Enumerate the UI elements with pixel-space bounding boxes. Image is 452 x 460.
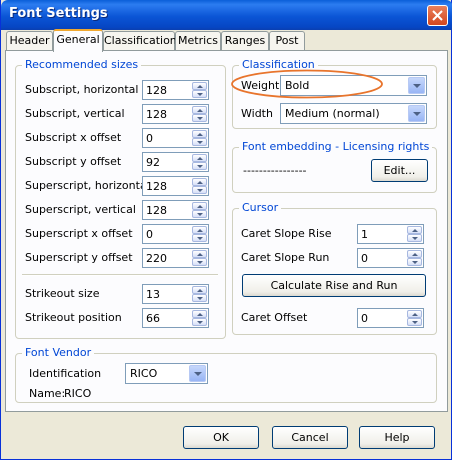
width-select[interactable]: Medium (normal) — [280, 103, 427, 124]
superscript-vertical-spinner[interactable]: 128 — [142, 200, 209, 220]
spin-up-button[interactable] — [407, 250, 422, 258]
cursor-group: Cursor Caret Slope Rise 1 Caret Slope Ru… — [232, 201, 437, 335]
caret-slope-run-spinner[interactable]: 0 — [357, 248, 424, 268]
tab-ranges[interactable]: Ranges — [221, 31, 269, 50]
recommended-sizes-group: Recommended sizes Subscript, horizontal … — [15, 58, 226, 339]
cancel-button[interactable]: Cancel — [272, 426, 348, 449]
field-label: Strikeout size — [25, 287, 100, 300]
spin-down-button[interactable] — [192, 210, 207, 218]
vendor-name-value: RICO — [64, 387, 92, 400]
identification-label: Identification — [29, 367, 102, 380]
licensing-rights-value: ---------------- — [243, 164, 307, 177]
title-bar[interactable]: Font Settings — [1, 0, 452, 30]
calculate-rise-run-button[interactable]: Calculate Rise and Run — [242, 274, 426, 297]
spin-up-button[interactable] — [192, 154, 207, 162]
spin-up-button[interactable] — [192, 106, 207, 114]
tab-header[interactable]: Header — [6, 31, 53, 50]
strikeout-size-spinner[interactable]: 13 — [142, 284, 209, 304]
tab-metrics[interactable]: Metrics — [175, 31, 221, 50]
font-embedding-group: Font embedding - Licensing rights ------… — [232, 140, 437, 193]
caret-slope-rise-label: Caret Slope Rise — [241, 227, 332, 240]
close-icon — [432, 10, 443, 21]
spin-down-button[interactable] — [407, 234, 422, 242]
field-label: Subscript x offset — [25, 131, 122, 144]
subscript-vertical-spinner[interactable]: 128 — [142, 104, 209, 124]
group-title: Recommended sizes — [22, 58, 142, 71]
spin-down-button[interactable] — [192, 186, 207, 194]
tab-post[interactable]: Post — [269, 31, 305, 50]
subscript-y-offset-spinner[interactable]: 92 — [142, 152, 209, 172]
width-label: Width — [241, 107, 273, 120]
spin-up-button[interactable] — [407, 310, 422, 318]
field-label: Subscript, horizontal — [25, 83, 139, 96]
field-label: Subscript y offset — [25, 155, 122, 168]
field-label: Strikeout position — [25, 311, 122, 324]
spin-up-button[interactable] — [407, 226, 422, 234]
caret-slope-run-label: Caret Slope Run — [241, 251, 330, 264]
superscript-y-offset-spinner[interactable]: 220 — [142, 248, 209, 268]
spin-up-button[interactable] — [192, 130, 207, 138]
strikeout-position-spinner[interactable]: 66 — [142, 308, 209, 328]
spin-up-button[interactable] — [192, 226, 207, 234]
caret-offset-label: Caret Offset — [241, 311, 308, 324]
tab-general[interactable]: General — [53, 29, 103, 52]
group-title: Font Vendor — [22, 346, 95, 359]
group-title: Cursor — [239, 201, 282, 214]
caret-slope-rise-spinner[interactable]: 1 — [357, 224, 424, 244]
vendor-name-label: Name: — [29, 387, 66, 400]
group-title: Font embedding - Licensing rights — [239, 140, 433, 153]
spin-up-button[interactable] — [192, 178, 207, 186]
superscript-x-offset-spinner[interactable]: 0 — [142, 224, 209, 244]
font-vendor-group: Font Vendor Identification RICO Name: RI… — [15, 346, 437, 403]
spin-up-button[interactable] — [192, 310, 207, 318]
spin-down-button[interactable] — [192, 90, 207, 98]
subscript-x-offset-spinner[interactable]: 0 — [142, 128, 209, 148]
edit-button[interactable]: Edit... — [371, 159, 428, 182]
spin-down-button[interactable] — [192, 258, 207, 266]
close-button[interactable] — [427, 5, 448, 26]
spin-down-button[interactable] — [407, 318, 422, 326]
spin-up-button[interactable] — [192, 82, 207, 90]
font-settings-window: Font Settings Header General Classificat… — [0, 0, 452, 460]
spin-up-button[interactable] — [192, 286, 207, 294]
chevron-down-icon[interactable] — [189, 365, 206, 382]
chevron-down-icon[interactable] — [408, 105, 425, 122]
caret-offset-spinner[interactable]: 0 — [357, 308, 424, 328]
general-tab-panel: Recommended sizes Subscript, horizontal … — [5, 50, 448, 412]
field-label: Superscript, horizontal — [25, 179, 150, 192]
separator — [22, 274, 218, 276]
highlight-ellipse — [231, 69, 383, 99]
superscript-horizontal-spinner[interactable]: 128 — [142, 176, 209, 196]
subscript-horizontal-spinner[interactable]: 128 — [142, 80, 209, 100]
spin-up-button[interactable] — [192, 250, 207, 258]
field-label: Superscript, vertical — [25, 203, 136, 216]
field-label: Superscript x offset — [25, 227, 133, 240]
spin-down-button[interactable] — [192, 138, 207, 146]
field-label: Subscript, vertical — [25, 107, 125, 120]
spin-down-button[interactable] — [192, 162, 207, 170]
ok-button[interactable]: OK — [183, 426, 259, 449]
chevron-down-icon[interactable] — [408, 77, 425, 94]
spin-down-button[interactable] — [407, 258, 422, 266]
help-button[interactable]: Help — [359, 426, 435, 449]
spin-down-button[interactable] — [192, 234, 207, 242]
spin-up-button[interactable] — [192, 202, 207, 210]
field-label: Superscript y offset — [25, 251, 133, 264]
spin-down-button[interactable] — [192, 318, 207, 326]
tab-classification[interactable]: Classification — [103, 31, 177, 50]
spin-down-button[interactable] — [192, 114, 207, 122]
spin-down-button[interactable] — [192, 294, 207, 302]
vendor-identification-select[interactable]: RICO — [125, 363, 208, 384]
window-title: Font Settings — [9, 6, 108, 21]
